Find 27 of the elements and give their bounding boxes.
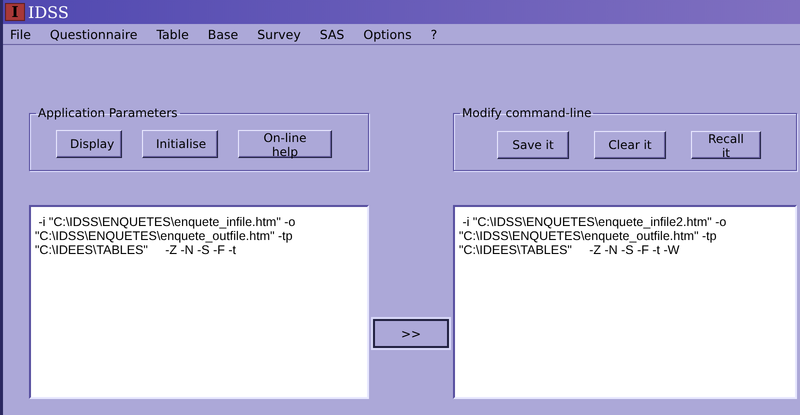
menu-item[interactable]: Survey xyxy=(257,26,301,42)
group-title: Modify command-line xyxy=(461,106,592,120)
command-line-text: -i "C:\IDSS\ENQUETES\enquete_infile2.htm" -o xyxy=(461,215,728,229)
menu-item[interactable]: Base xyxy=(208,26,238,42)
text-area[interactable]: -i "C:\IDSS\ENQUETES\enquete_infile2.htm" -o "C:\IDSS\ENQUETES\enquete_outfile.htm" -tp "C:\IDEES\TABLES" -Z -N -S -F -t -W xyxy=(453,205,797,399)
text-area[interactable]: -i "C:\IDSS\ENQUETES\enquete_infile.htm" -o "C:\IDSS\ENQUETES\enquete_outfile.htm" -tp "C:\IDEES\TABLES" -Z -N -S -F -t xyxy=(29,205,369,399)
push-button[interactable]: On-line help xyxy=(238,130,332,158)
menu-item[interactable]: Questionnaire xyxy=(50,26,138,42)
command-line-text: "C:\IDEES\TABLES" -Z -N -S -F -t xyxy=(35,243,238,257)
menu-item[interactable]: SAS xyxy=(320,26,344,42)
command-line-text: "C:\IDEES\TABLES" -Z -N -S -F -t -W xyxy=(459,243,680,257)
menu-item[interactable]: ? xyxy=(430,26,438,42)
command-line-text: "C:\IDSS\ENQUETES\enquete_outfile.htm" -tp xyxy=(35,229,294,243)
window-title: IDSS xyxy=(28,2,69,22)
push-button[interactable]: Initialise xyxy=(142,130,218,158)
menu-item[interactable]: Options xyxy=(363,26,412,42)
command-line-text: -i "C:\IDSS\ENQUETES\enquete_infile.htm" -o xyxy=(37,215,296,229)
copy-button[interactable]: >> xyxy=(373,319,449,348)
command-line-text: "C:\IDSS\ENQUETES\enquete_outfile.htm" -tp xyxy=(459,229,718,243)
push-button[interactable]: Recall it xyxy=(691,131,761,159)
push-button[interactable]: Display xyxy=(56,130,122,158)
push-button[interactable]: Save it xyxy=(497,131,569,159)
menu-item[interactable]: File xyxy=(10,26,31,42)
app-icon: I xyxy=(5,3,25,21)
group-title: Application Parameters xyxy=(37,106,179,120)
push-button[interactable]: Clear it xyxy=(594,131,666,159)
menu-item[interactable]: Table xyxy=(156,26,189,42)
